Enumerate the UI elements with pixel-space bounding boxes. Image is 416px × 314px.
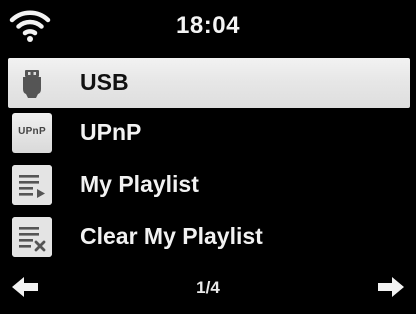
upnp-icon: UPnP (12, 113, 52, 153)
menu-item-label: My Playlist (80, 171, 199, 197)
menu-item-my-playlist[interactable]: My Playlist (8, 160, 410, 210)
menu-item-upnp[interactable]: UPnP UPnP (8, 108, 410, 158)
radio-screen: 18:04 USB UPnP UPnP My Playlist Clear My… (0, 0, 416, 314)
clear-playlist-icon (12, 217, 52, 257)
page-indicator: 1/4 (196, 278, 220, 297)
menu-item-usb[interactable]: USB (8, 58, 410, 108)
menu-item-label: USB (80, 69, 129, 95)
playlist-icon (12, 165, 52, 205)
clock-time: 18:04 (176, 12, 240, 39)
menu-item-label: UPnP (80, 119, 142, 145)
menu-item-label: Clear My Playlist (80, 223, 263, 249)
upnp-icon-text: UPnP (18, 126, 46, 137)
usb-icon (23, 70, 41, 98)
right-arrow-icon[interactable] (376, 274, 406, 300)
menu-item-clear-my-playlist[interactable]: Clear My Playlist (8, 212, 410, 262)
